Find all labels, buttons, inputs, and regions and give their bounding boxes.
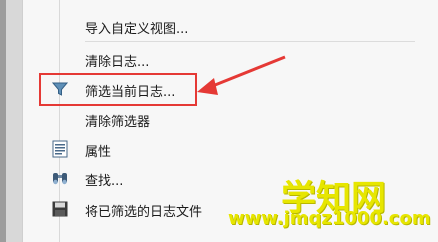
watermark-url: www.jmqz1000.com [228,208,431,229]
